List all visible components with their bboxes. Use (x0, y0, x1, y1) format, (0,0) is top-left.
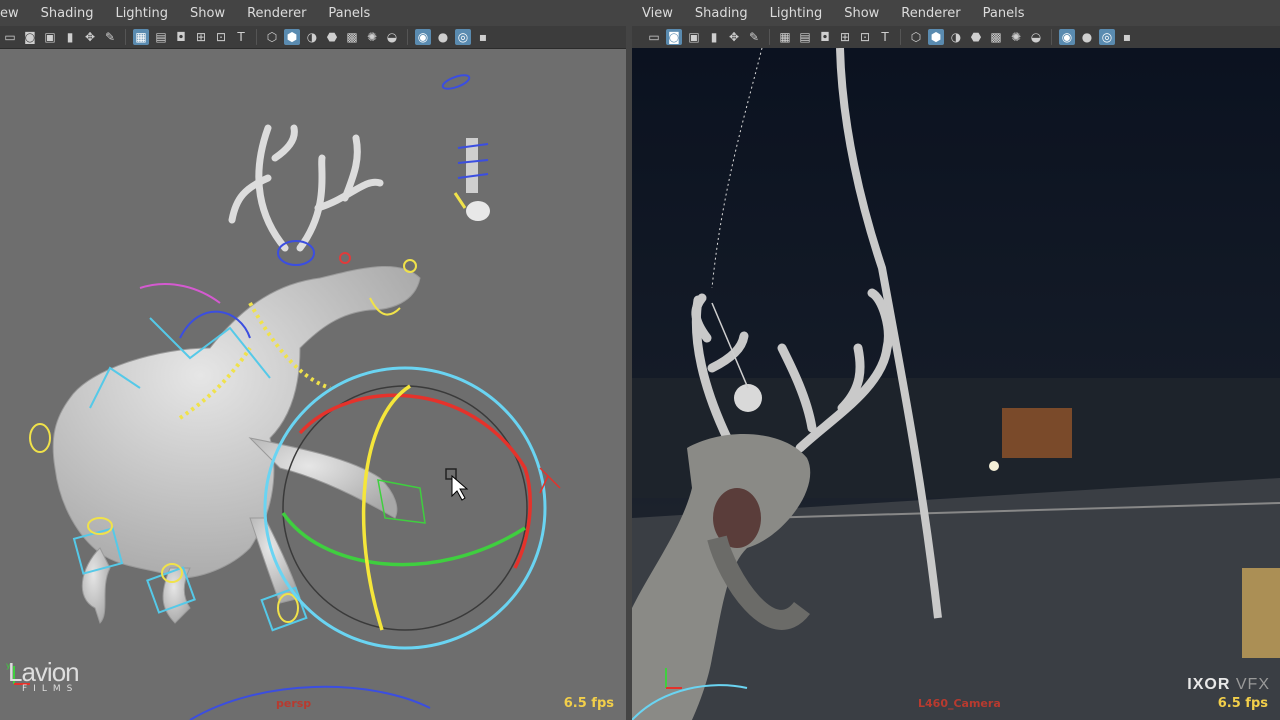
rotate-manipulator[interactable] (263, 366, 561, 650)
field-chart-icon[interactable]: ⊡ (213, 29, 229, 45)
textured-icon[interactable]: ⬣ (968, 29, 984, 45)
light-locator (457, 138, 490, 221)
shade-wire-icon[interactable]: ◑ (304, 29, 320, 45)
menu-view[interactable]: View (642, 6, 673, 21)
resolution-gate-icon[interactable]: ◘ (173, 29, 189, 45)
field-chart-icon[interactable]: ⊡ (857, 29, 873, 45)
toolbar-separator (1051, 29, 1052, 45)
lavion-logo: Lavion FILMS (8, 657, 80, 694)
lights-icon[interactable]: ✺ (364, 29, 380, 45)
mouse-cursor (445, 468, 469, 501)
right-camera-label: L460_Camera (918, 697, 1001, 710)
bookmark-icon[interactable]: ▮ (706, 29, 722, 45)
shadows-icon[interactable]: ◒ (1028, 29, 1044, 45)
select-camera-icon[interactable]: ▭ (646, 29, 662, 45)
ambient-occlusion-icon[interactable]: ● (435, 29, 451, 45)
menu-lighting[interactable]: Lighting (770, 6, 823, 21)
menu-shading[interactable]: Shading (41, 6, 94, 21)
left-viewport-panel[interactable]: ew Shading Lighting Show Renderer Panels… (0, 0, 626, 720)
image-plane-icon[interactable]: ✥ (726, 29, 742, 45)
xray-icon[interactable]: ▩ (988, 29, 1004, 45)
menu-panels[interactable]: Panels (983, 6, 1025, 21)
right-fps-counter: 6.5 fps (1217, 696, 1268, 711)
menu-shading[interactable]: Shading (695, 6, 748, 21)
ixor-vfx-watermark: IXOR VFX (1187, 676, 1270, 694)
antialias-icon[interactable]: ▪ (475, 29, 491, 45)
camera-attr-icon[interactable]: ◙ (666, 29, 682, 45)
toolbar-separator (407, 29, 408, 45)
film-gate-icon[interactable]: ▤ (797, 29, 813, 45)
menu-renderer[interactable]: Renderer (901, 6, 960, 21)
safe-title-icon[interactable]: T (877, 29, 893, 45)
lock-camera-icon[interactable]: ▣ (686, 29, 702, 45)
lights-icon[interactable]: ✺ (1008, 29, 1024, 45)
watermark-part-b: VFX (1235, 676, 1270, 693)
logo-sub-text: FILMS (22, 684, 79, 694)
menu-renderer[interactable]: Renderer (247, 6, 306, 21)
safe-title-icon[interactable]: T (233, 29, 249, 45)
street-light (989, 461, 999, 471)
night-rooftop-render (632, 48, 1280, 720)
toolbar-separator (769, 29, 770, 45)
safe-action-icon[interactable]: ⊞ (837, 29, 853, 45)
xray-icon[interactable]: ▩ (344, 29, 360, 45)
menu-lighting[interactable]: Lighting (115, 6, 168, 21)
motion-blur-icon[interactable]: ◎ (1099, 29, 1115, 45)
shade-wire-icon[interactable]: ◑ (948, 29, 964, 45)
pencil-icon[interactable]: ✎ (746, 29, 762, 45)
camera-viewport[interactable]: L460_Camera IXOR VFX 6.5 fps (632, 48, 1280, 720)
lock-camera-icon[interactable]: ▣ (42, 29, 58, 45)
shadows-icon[interactable]: ◒ (384, 29, 400, 45)
lit-window (1242, 568, 1280, 658)
grid-icon[interactable]: ▦ (777, 29, 793, 45)
grid-icon[interactable]: ▦ (133, 29, 149, 45)
smooth-shade-icon[interactable]: ⬢ (928, 29, 944, 45)
wireframe-icon[interactable]: ⬡ (908, 29, 924, 45)
select-camera-icon[interactable]: ▭ (2, 29, 18, 45)
toolbar-separator (900, 29, 901, 45)
right-menu-bar: View Shading Lighting Show Renderer Pane… (632, 0, 1280, 26)
smooth-shade-icon[interactable]: ⬢ (284, 29, 300, 45)
isolate-icon[interactable]: ◉ (1059, 29, 1075, 45)
safe-action-icon[interactable]: ⊞ (193, 29, 209, 45)
right-panel-toolbar: ▭ ◙ ▣ ▮ ✥ ✎ ▦ ▤ ◘ ⊞ ⊡ T ⬡ ⬢ ◑ ⬣ ▩ ✺ ◒ ◉ … (632, 26, 1280, 49)
menu-view[interactable]: ew (0, 6, 19, 21)
left-fps-counter: 6.5 fps (563, 696, 614, 711)
left-camera-label: persp (276, 697, 312, 710)
motion-blur-icon[interactable]: ◎ (455, 29, 471, 45)
right-viewport-panel[interactable]: View Shading Lighting Show Renderer Pane… (632, 0, 1280, 720)
reindeer-rig-render: y (6, 74, 561, 720)
film-gate-icon[interactable]: ▤ (153, 29, 169, 45)
pencil-icon[interactable]: ✎ (102, 29, 118, 45)
toolbar-separator (256, 29, 257, 45)
menu-show[interactable]: Show (190, 6, 225, 21)
wireframe-icon[interactable]: ⬡ (264, 29, 280, 45)
antialias-icon[interactable]: ▪ (1119, 29, 1135, 45)
image-plane-icon[interactable]: ✥ (82, 29, 98, 45)
bookmark-icon[interactable]: ▮ (62, 29, 78, 45)
camera-attr-icon[interactable]: ◙ (22, 29, 38, 45)
menu-show[interactable]: Show (844, 6, 879, 21)
left-menu-bar: ew Shading Lighting Show Renderer Panels (0, 0, 626, 26)
menu-panels[interactable]: Panels (328, 6, 370, 21)
antlers-left (228, 124, 384, 252)
textured-icon[interactable]: ⬣ (324, 29, 340, 45)
toolbar-separator (125, 29, 126, 45)
isolate-icon[interactable]: ◉ (415, 29, 431, 45)
watermark-part-a: IXOR (1187, 676, 1231, 693)
left-panel-toolbar: ▭ ◙ ▣ ▮ ✥ ✎ ▦ ▤ ◘ ⊞ ⊡ T ⬡ ⬢ ◑ ⬣ ▩ ✺ ◒ ◉ … (0, 26, 626, 49)
resolution-gate-icon[interactable]: ◘ (817, 29, 833, 45)
ambient-occlusion-icon[interactable]: ● (1079, 29, 1095, 45)
perspective-viewport[interactable]: y Lavion FILMS persp 6.5 fps (0, 48, 626, 720)
